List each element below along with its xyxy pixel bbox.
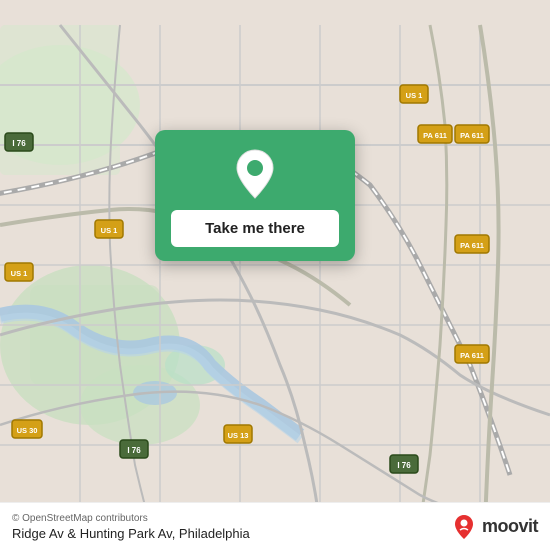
bottom-bar: © OpenStreetMap contributors Ridge Av & … (0, 502, 550, 550)
svg-text:US 1: US 1 (11, 269, 28, 278)
svg-text:US 1: US 1 (101, 226, 118, 235)
svg-text:I 76: I 76 (127, 446, 141, 455)
moovit-icon (450, 513, 478, 541)
svg-text:US 30: US 30 (17, 426, 38, 435)
bottom-info: © OpenStreetMap contributors Ridge Av & … (12, 513, 250, 541)
svg-text:PA 611: PA 611 (460, 351, 484, 360)
svg-text:I 76: I 76 (12, 139, 26, 148)
svg-text:PA 611: PA 611 (460, 131, 484, 140)
map-background: I 76 I 76 I 76 US 1 US 1 US 1 US 13 US 3… (0, 0, 550, 550)
location-label: Ridge Av & Hunting Park Av, Philadelphia (12, 526, 250, 541)
take-me-there-button[interactable]: Take me there (171, 210, 339, 247)
svg-text:PA 611: PA 611 (460, 241, 484, 250)
location-pin-icon (233, 148, 277, 200)
map-container: I 76 I 76 I 76 US 1 US 1 US 1 US 13 US 3… (0, 0, 550, 550)
moovit-text: moovit (482, 516, 538, 537)
svg-text:US 13: US 13 (228, 431, 249, 440)
moovit-logo: moovit (450, 513, 538, 541)
map-attribution: © OpenStreetMap contributors (12, 513, 250, 524)
svg-text:US 1: US 1 (406, 91, 423, 100)
svg-text:PA 611: PA 611 (423, 131, 447, 140)
location-card: Take me there (155, 130, 355, 261)
svg-text:I 76: I 76 (397, 461, 411, 470)
